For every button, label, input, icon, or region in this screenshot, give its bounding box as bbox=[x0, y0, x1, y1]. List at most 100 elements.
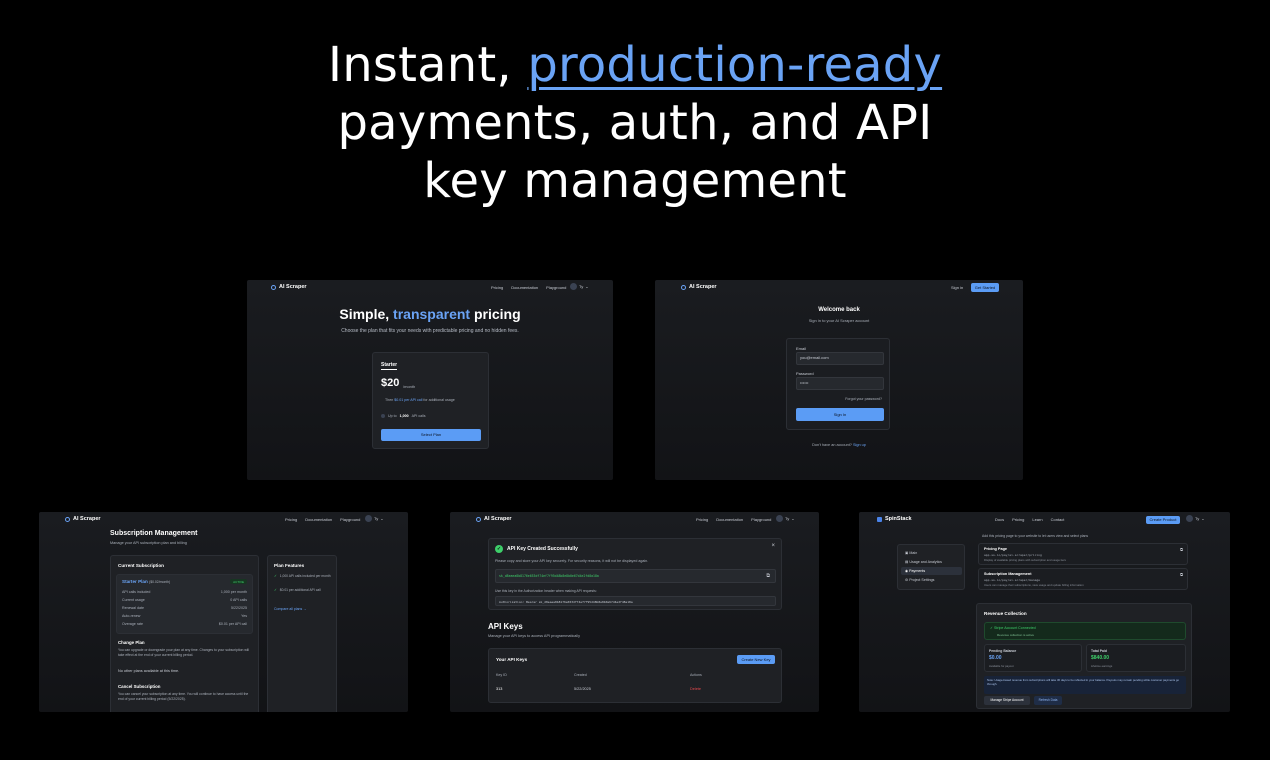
nav-playground[interactable]: Playground bbox=[751, 517, 771, 522]
close-icon[interactable]: × bbox=[771, 543, 775, 549]
compare-plans-link[interactable]: Compare all plans → bbox=[274, 607, 307, 611]
logo-icon bbox=[681, 284, 686, 290]
avatar bbox=[776, 515, 783, 522]
chevron-down-icon: ⌄ bbox=[585, 284, 589, 289]
stripe-connected-sub: Revenue collection is active bbox=[997, 633, 1035, 637]
copy-icon[interactable]: ⧉ bbox=[766, 573, 770, 579]
change-plan-text: You can upgrade or downgrade your plan a… bbox=[118, 648, 250, 657]
api-keys-title: API Keys bbox=[488, 622, 523, 631]
row-label: Renewal date bbox=[122, 606, 144, 610]
pricing-page-url[interactable]: app.ss.io/pay/ai-scraper/pricing bbox=[984, 553, 1042, 557]
email-label: Email bbox=[796, 346, 807, 351]
sign-up-link[interactable]: Sign up bbox=[853, 443, 866, 447]
create-product-button[interactable]: Create Product bbox=[1146, 516, 1180, 524]
plan-features-card: Plan Features ✓ 1,000 API calls included … bbox=[267, 555, 337, 712]
user-menu[interactable]: Ty ⌄ bbox=[776, 515, 795, 522]
created-cell: 5/22/2025 bbox=[574, 687, 591, 691]
plan-price: ($0.02/month) bbox=[149, 580, 171, 584]
nav-pricing[interactable]: Pricing bbox=[1012, 517, 1024, 522]
logo-text: AI Scraper bbox=[484, 516, 512, 522]
sidebar-item-settings[interactable]: ⚙ Project Settings bbox=[905, 578, 934, 582]
banner-title-text: API Key Created Successfully bbox=[507, 546, 578, 552]
chevron-down-icon: ⌄ bbox=[791, 516, 795, 521]
password-field[interactable]: •••••• bbox=[796, 377, 884, 390]
nav-learn[interactable]: Learn bbox=[1032, 517, 1042, 522]
select-plan-button[interactable]: Select Plan bbox=[381, 429, 481, 441]
feature-value: 1,000 bbox=[399, 414, 409, 418]
api-key-value[interactable]: sk_d8eaea8b8176e653df74ef7f95d48b8e8b0e6… bbox=[495, 569, 776, 583]
pricing-page-item: Pricing Page app.ss.io/pay/ai-scraper/pr… bbox=[978, 543, 1188, 565]
nav-pricing[interactable]: Pricing bbox=[285, 517, 297, 522]
avatar bbox=[570, 283, 577, 290]
sidebar-item-payments[interactable]: ◉ Payments bbox=[901, 567, 962, 575]
chevron-down-icon: ⌄ bbox=[1201, 516, 1205, 521]
nav-documentation[interactable]: Documentation bbox=[716, 517, 743, 522]
nav-contact[interactable]: Contact bbox=[1051, 517, 1065, 522]
user-name: Ty bbox=[374, 516, 379, 521]
manage-stripe-button[interactable]: Manage Stripe Account bbox=[984, 696, 1030, 705]
logo[interactable]: AI Scraper bbox=[681, 284, 717, 290]
sidebar-item-label: Payments bbox=[909, 569, 926, 573]
logo[interactable]: AI Scraper bbox=[271, 284, 307, 290]
sidebar-item-main[interactable]: ▣ Main bbox=[905, 551, 917, 555]
row-label: Auto-renew bbox=[122, 614, 141, 618]
feature-text: Up to bbox=[388, 414, 397, 418]
sidebar-item-label: Usage and Analytics bbox=[909, 560, 942, 564]
user-menu[interactable]: Ty ⌄ bbox=[365, 515, 384, 522]
nav-documentation[interactable]: Documentation bbox=[305, 517, 332, 522]
sub-mgmt-url[interactable]: app.ss.io/pay/ai-scraper/manage bbox=[984, 578, 1040, 582]
page-title: Subscription Management bbox=[110, 530, 198, 537]
sign-in-button[interactable]: Sign In bbox=[796, 408, 884, 421]
auth-header-value[interactable]: Authorization: Bearer sk_d8eaea8b8176e65… bbox=[495, 596, 776, 606]
refresh-data-button[interactable]: Refresh Data bbox=[1034, 696, 1062, 705]
header-hint: Use this key in the Authorization header… bbox=[495, 589, 597, 593]
nav-documentation[interactable]: Documentation bbox=[511, 285, 538, 290]
get-started-button[interactable]: Get Started bbox=[971, 283, 999, 292]
title-part: pricing bbox=[470, 306, 521, 322]
nav-links: Docs Pricing Learn Contact bbox=[995, 517, 1064, 522]
logo[interactable]: AI Scraper bbox=[65, 516, 101, 522]
table-row: Auto-renew Yes bbox=[122, 614, 247, 618]
table-row: Current usage 0 API calls bbox=[122, 598, 247, 602]
list-item: ✓ 1,000 API calls included per month bbox=[274, 574, 332, 578]
nav-playground[interactable]: Playground bbox=[340, 517, 360, 522]
email-field[interactable]: you@email.com bbox=[796, 352, 884, 365]
plan-card: Starter $20 /month Then $0.01 per API ca… bbox=[372, 352, 489, 449]
your-keys-card: Your API Keys Create New Key Key ID Crea… bbox=[488, 648, 782, 703]
signin-title: Welcome back bbox=[818, 307, 860, 313]
sidebar-item-usage[interactable]: ▤ Usage and Analytics bbox=[905, 560, 942, 564]
hero-line-2: payments, auth, and API bbox=[337, 95, 933, 151]
nav-playground[interactable]: Playground bbox=[546, 285, 566, 290]
copy-icon[interactable]: ⧉ bbox=[1180, 572, 1183, 577]
signup-text: Don't have an account? bbox=[812, 443, 853, 447]
navbar: AI Scraper Pricing Documentation Playgro… bbox=[247, 280, 613, 296]
logo-text: AI Scraper bbox=[279, 284, 307, 290]
logo-text: SpinStack bbox=[885, 516, 912, 522]
user-menu[interactable]: Ty ⌄ bbox=[1186, 515, 1205, 522]
change-plan-heading: Change Plan bbox=[118, 640, 145, 645]
nav-pricing[interactable]: Pricing bbox=[696, 517, 708, 522]
logo[interactable]: AI Scraper bbox=[476, 516, 512, 522]
api-keys-subtitle: Manage your API keys to access API progr… bbox=[488, 634, 581, 638]
sign-in-link[interactable]: Sign in bbox=[951, 285, 963, 290]
key-created-banner: ✓ API Key Created Successfully × Please c… bbox=[488, 538, 782, 610]
cancel-text: You can cancel your subscription at any … bbox=[118, 692, 249, 701]
delete-key-button[interactable]: Delete bbox=[690, 687, 701, 691]
plan-rows: API calls included 1,000 per month Curren… bbox=[122, 590, 247, 634]
create-key-button[interactable]: Create New Key bbox=[737, 655, 775, 664]
stripe-connected-title: ✓ Stripe Account Connected bbox=[990, 626, 1036, 630]
pending-balance-card: Pending Balance $0.00 Available for payo… bbox=[984, 644, 1082, 672]
plan-overage: Then $0.01 per API call for additional u… bbox=[385, 398, 455, 402]
revenue-heading: Revenue Collection bbox=[984, 611, 1027, 616]
feature-text: 1,000 API calls included per month bbox=[279, 574, 331, 578]
nav-docs[interactable]: Docs bbox=[995, 517, 1004, 522]
forgot-password-link[interactable]: Forgot your password? bbox=[845, 397, 882, 401]
overage-text: Then bbox=[385, 398, 395, 402]
copy-icon[interactable]: ⧉ bbox=[1180, 547, 1183, 552]
nav-pricing[interactable]: Pricing bbox=[491, 285, 503, 290]
plan-label: Starter Plan ($0.02/month) bbox=[122, 579, 170, 584]
logo-icon bbox=[877, 516, 882, 522]
user-menu[interactable]: Ty ⌄ bbox=[570, 283, 589, 290]
check-icon bbox=[381, 414, 385, 418]
logo[interactable]: SpinStack bbox=[877, 516, 912, 522]
